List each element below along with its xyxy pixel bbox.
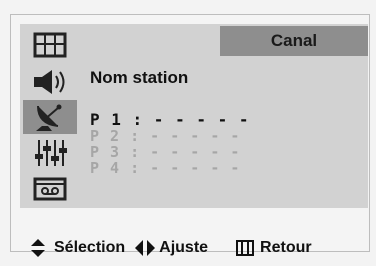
preset-list: P 1 : - - - - - P 2 : - - - - - P 3 : - … xyxy=(90,112,250,177)
menu-icon xyxy=(236,240,255,256)
menu-item-sound[interactable] xyxy=(23,65,77,99)
preset-item[interactable]: P 4 : - - - - - xyxy=(90,160,250,176)
return-label: Retour xyxy=(260,239,312,256)
preset-item[interactable]: P 2 : - - - - - xyxy=(90,128,250,144)
equalizer-icon xyxy=(35,140,67,166)
select-label: Sélection xyxy=(54,239,126,256)
left-right-arrows-icon xyxy=(135,240,156,256)
menu-title-text: Canal xyxy=(270,31,318,50)
footer-help-bar: Sélection Ajuste Retour xyxy=(0,230,376,266)
preset-item[interactable]: P 3 : - - - - - xyxy=(90,144,250,160)
up-down-arrows-icon xyxy=(31,239,45,257)
menu-title: Canal xyxy=(220,26,368,56)
station-name-label: Nom station xyxy=(90,68,189,87)
osd-screen: Canal Nom station P 1 : - - - - - P 2 : … xyxy=(0,0,376,266)
menu-item-input[interactable] xyxy=(23,172,77,206)
footer-adjust-hint: Ajuste xyxy=(135,239,208,257)
menu-item-channel[interactable] xyxy=(23,100,77,134)
footer-return-hint: Retour xyxy=(236,239,312,257)
adjust-label: Ajuste xyxy=(159,239,209,256)
menu-item-setup[interactable] xyxy=(23,136,77,170)
satellite-dish-icon xyxy=(36,104,62,131)
footer-select-hint: Sélection xyxy=(30,239,125,257)
sound-icon xyxy=(34,70,65,94)
picture-icon xyxy=(33,32,67,58)
menu-item-picture[interactable] xyxy=(23,28,77,62)
cassette-icon xyxy=(33,177,67,201)
preset-item[interactable]: P 1 : - - - - - xyxy=(90,112,250,128)
